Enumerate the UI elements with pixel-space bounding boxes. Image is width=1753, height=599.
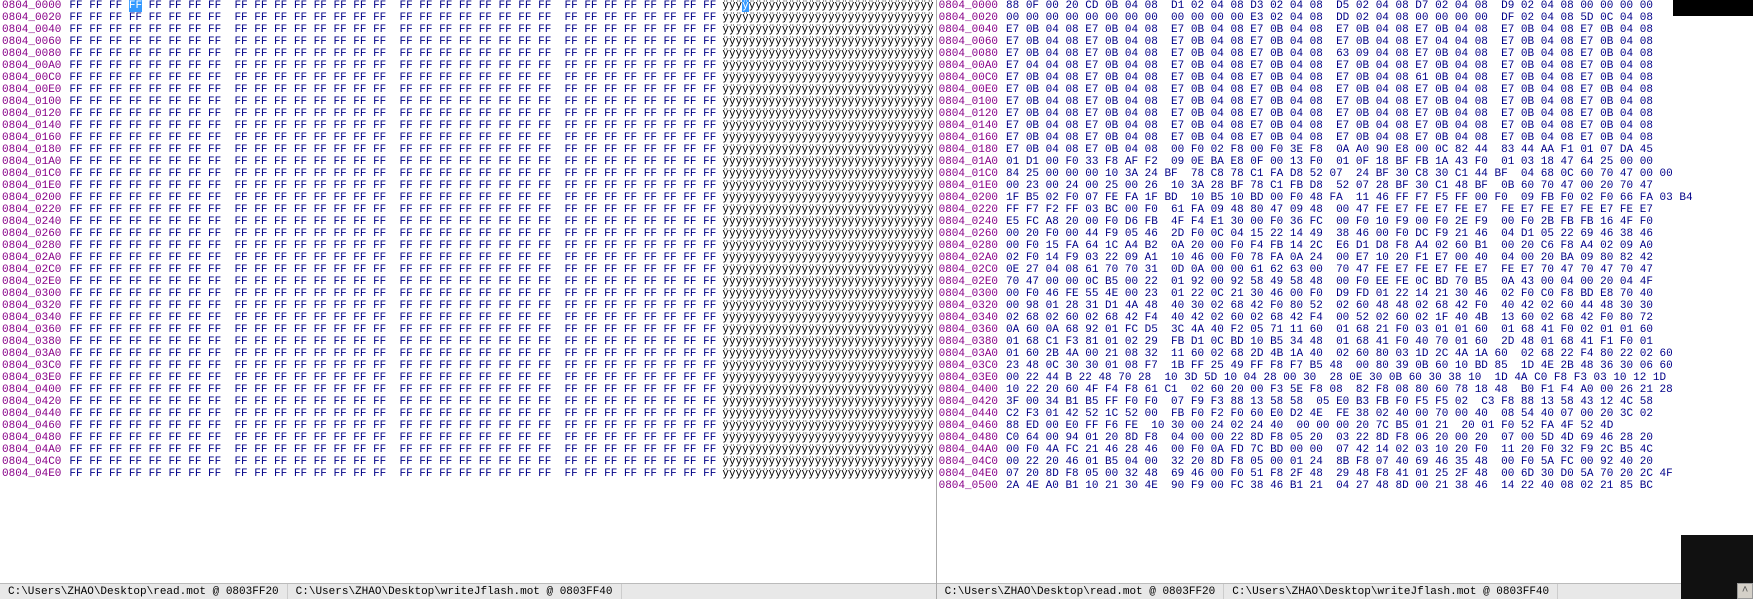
address-column: 0804_0000 0804_0020 0804_0040 0804_0060 … [0,0,65,583]
scroll-corner-button[interactable]: ˄ [1737,583,1753,599]
left-status-bar: C:\Users\ZHAO\Desktop\read.mot @ 0803FF2… [0,583,936,599]
ascii-column: ÿÿÿÿÿÿÿÿÿÿÿÿÿÿÿÿÿÿÿÿÿÿÿÿÿÿÿÿÿÿÿÿ ÿÿÿÿÿÿÿ… [720,0,935,583]
address-column: 0804_0000 0804_0020 0804_0040 0804_0060 … [937,0,1002,583]
status-file-read: C:\Users\ZHAO\Desktop\read.mot @ 0803FF2… [937,584,1225,599]
hex-compare-root: 0804_0000 0804_0020 0804_0040 0804_0060 … [0,0,1753,599]
right-hex-body[interactable]: 0804_0000 0804_0020 0804_0040 0804_0060 … [937,0,1753,583]
right-pane: 0804_0000 0804_0020 0804_0040 0804_0060 … [937,0,1753,599]
status-file-write: C:\Users\ZHAO\Desktop\writeJflash.mot @ … [288,584,622,599]
status-file-write: C:\Users\ZHAO\Desktop\writeJflash.mot @ … [1224,584,1558,599]
status-file-read: C:\Users\ZHAO\Desktop\read.mot @ 0803FF2… [0,584,288,599]
left-pane: 0804_0000 0804_0020 0804_0040 0804_0060 … [0,0,937,599]
chevron-icon: ˄ [1742,585,1749,597]
bytes-column[interactable]: FF FF FF FF FF FF FF FF FF FF FF FF FF F… [65,0,720,583]
scrollbar-top-dark [1673,0,1753,16]
bytes-column[interactable]: 88 0F 00 20 CD 0B 04 08 D1 02 04 08 D3 0… [1002,0,1697,583]
right-status-bar: C:\Users\ZHAO\Desktop\read.mot @ 0803FF2… [937,583,1753,599]
left-hex-body[interactable]: 0804_0000 0804_0020 0804_0040 0804_0060 … [0,0,936,583]
